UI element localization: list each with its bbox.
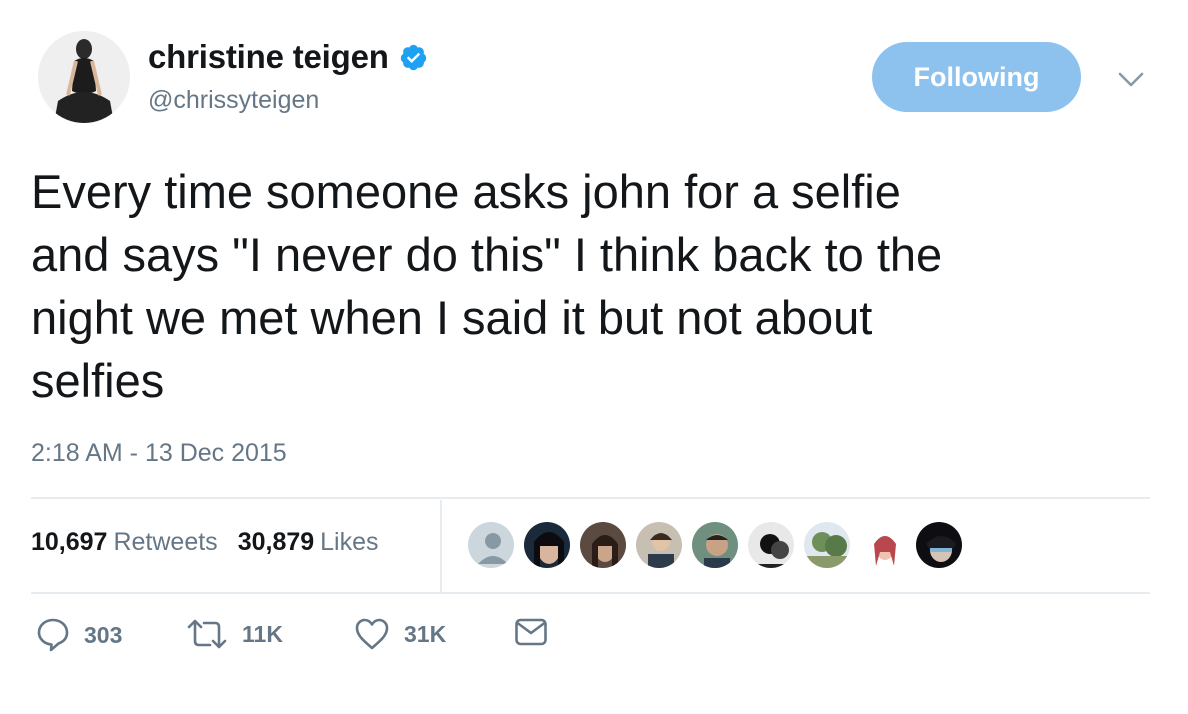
- liker-avatar[interactable]: [578, 520, 628, 570]
- following-button[interactable]: Following: [872, 42, 1081, 112]
- liker-avatar[interactable]: [634, 520, 684, 570]
- reply-count: 303: [84, 621, 123, 648]
- retweet-icon: [187, 619, 227, 649]
- likes-count: 30,879: [237, 528, 315, 556]
- liker-avatar[interactable]: [690, 520, 740, 570]
- liker-avatar[interactable]: [858, 520, 908, 570]
- reply-button[interactable]: 303: [36, 617, 122, 653]
- liker-avatar[interactable]: [466, 520, 516, 570]
- liker-avatar[interactable]: [802, 520, 852, 570]
- tweet-timestamp[interactable]: 2:18 AM - 13 Dec 2015: [31, 439, 287, 468]
- retweet-button[interactable]: 11K: [186, 617, 283, 651]
- envelope-icon: [515, 618, 547, 646]
- author-name-row[interactable]: christine teigen: [148, 38, 428, 76]
- author-handle[interactable]: @chrissyteigen: [148, 86, 319, 115]
- author-photo: [38, 31, 130, 123]
- retweets-stat[interactable]: 10,697 Retweets: [31, 528, 218, 557]
- likes-label: Likes: [320, 528, 379, 556]
- direct-message-button[interactable]: [514, 617, 548, 647]
- tweet-text: Every time someone asks john for a selfi…: [31, 165, 943, 407]
- author-avatar[interactable]: [38, 31, 130, 123]
- retweet-count: 11K: [242, 620, 283, 647]
- divider-top: [31, 497, 1150, 499]
- like-button[interactable]: 31K: [354, 617, 446, 651]
- liker-avatar[interactable]: [522, 520, 572, 570]
- retweets-label: Retweets: [113, 528, 218, 556]
- liker-avatar[interactable]: [746, 520, 796, 570]
- heart-icon: [355, 618, 389, 650]
- retweets-count: 10,697: [31, 528, 108, 556]
- liker-avatar[interactable]: [914, 520, 964, 570]
- author-name[interactable]: christine teigen: [148, 38, 389, 76]
- like-count: 31K: [404, 620, 447, 647]
- stats-separator: [440, 500, 442, 592]
- likes-stat[interactable]: 30,879 Likes: [238, 528, 379, 557]
- verified-badge-icon: [400, 44, 426, 70]
- tweet-stats: 10,697 Retweets 30,879 Likes: [31, 528, 379, 557]
- divider-bottom: [31, 592, 1150, 594]
- chevron-down-icon[interactable]: [1114, 62, 1148, 96]
- reply-icon: [37, 618, 69, 652]
